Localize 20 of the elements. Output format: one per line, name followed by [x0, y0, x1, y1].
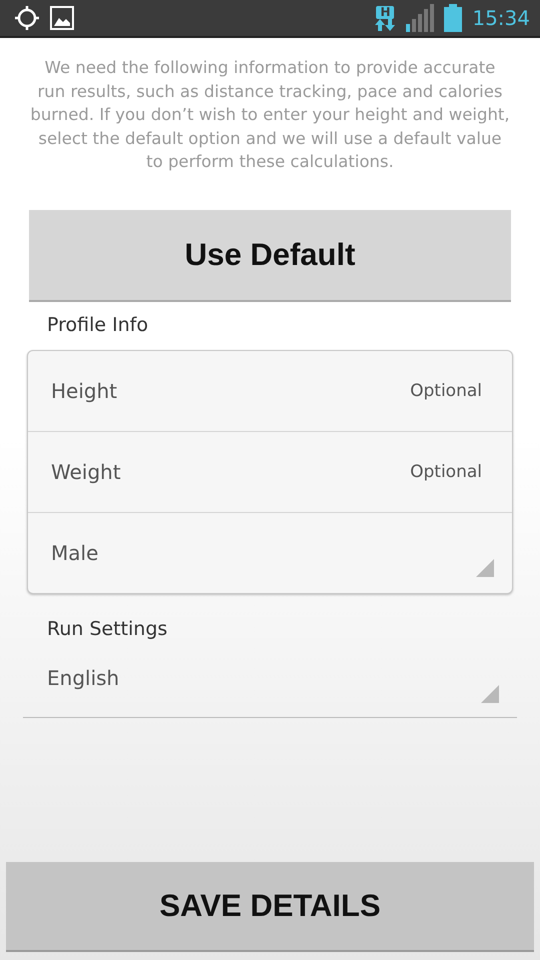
gps-icon [14, 5, 40, 31]
image-icon [50, 6, 74, 30]
clock-time: 15:34 [472, 6, 530, 30]
battery-icon [444, 4, 462, 32]
signal-icon [406, 4, 434, 32]
input-field[interactable]: Optional [120, 462, 482, 482]
section-title: Profile Info [47, 314, 150, 336]
use-default-button[interactable]: Use Default [29, 210, 511, 302]
dropdown[interactable]: Male [28, 512, 512, 592]
network-type-label: H [376, 6, 394, 18]
language-dropdown[interactable]: English [23, 640, 517, 718]
save-details-button[interactable]: SAVE DETAILS [6, 862, 534, 952]
field-label: Weight [51, 460, 121, 484]
input-field[interactable]: Optional [117, 380, 482, 400]
dropdown-arrow-icon [481, 684, 499, 702]
dropdown-arrow-icon [476, 558, 494, 576]
intro-paragraph: We need the following information to provide accurate run results, such as distance tracking, pace and calories burned. If you don’t wish to enter your height and weight, select the default option and we will use a default value to perform these calculations. [30, 57, 510, 173]
data-arrows-icon [375, 18, 396, 30]
field-label: Height [51, 378, 118, 402]
section-title: Run Settings [47, 618, 168, 640]
